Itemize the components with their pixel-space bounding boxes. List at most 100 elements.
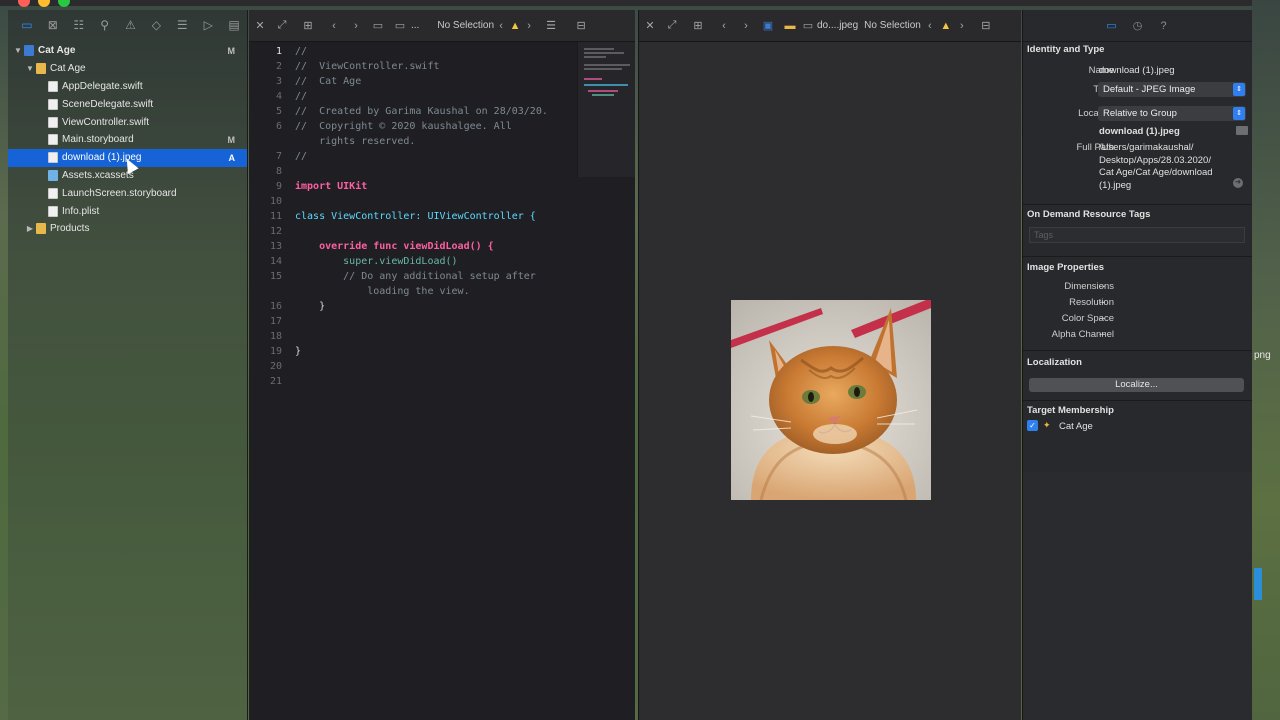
image-editor-jumpbar: ✕ ⤢ ⊞ ‹ › ▣ ▬ ▭ do....jpeg No Selection …: [639, 10, 1021, 42]
history-inspector-icon[interactable]: ◷: [1130, 18, 1146, 34]
find-navigator-icon[interactable]: ⚲: [92, 10, 118, 40]
zoom-window-button[interactable]: [58, 0, 70, 7]
related-items-icon[interactable]: ⊞: [683, 10, 713, 42]
localize-button[interactable]: Localize...: [1029, 378, 1244, 392]
issue-navigator-icon[interactable]: ⚠: [118, 10, 144, 40]
code-line: 21: [269, 376, 282, 387]
code-line: 1//: [275, 46, 308, 57]
file-icon[interactable]: ▭: [367, 10, 389, 42]
code-editor[interactable]: ✕ ⤢ ⊞ ‹ › ▭ ▭ ... No Selection ‹ ▲ › ☰ ⊟…: [249, 10, 635, 720]
image-editor[interactable]: ✕ ⤢ ⊞ ‹ › ▣ ▬ ▭ do....jpeg No Selection …: [638, 10, 1021, 720]
reveal-in-finder-icon[interactable]: ➔: [1233, 178, 1243, 188]
code-line: 7//: [275, 151, 308, 162]
reveal-folder-icon[interactable]: [1236, 126, 1248, 135]
tree-row-file[interactable]: AppDelegate.swift: [8, 78, 247, 96]
minimize-window-button[interactable]: [38, 0, 50, 7]
close-editor-icon[interactable]: ✕: [249, 10, 271, 42]
close-editor-icon[interactable]: ✕: [639, 10, 661, 42]
minimap-line: [584, 64, 630, 66]
code-minimap[interactable]: [577, 42, 635, 177]
help-inspector-icon[interactable]: ?: [1156, 18, 1172, 34]
code-line: 16 }: [269, 301, 326, 312]
next-issue-chevron-icon[interactable]: ›: [953, 10, 971, 42]
next-issue-chevron-icon[interactable]: ›: [522, 10, 536, 42]
image-preview: [731, 300, 931, 500]
app-target-icon: ✦: [1043, 420, 1051, 430]
storyboard-file-icon: [48, 134, 58, 146]
name-field[interactable]: download (1).jpeg: [1099, 65, 1175, 76]
tree-row-label: Products: [50, 223, 90, 235]
tree-row-label: ViewController.swift: [62, 116, 150, 128]
tree-row-file[interactable]: Main.storyboard M: [8, 131, 247, 149]
code-line: 5// Created by Garima Kaushal on 28/03/2…: [275, 106, 548, 117]
source-control-icon[interactable]: ⊠: [40, 10, 66, 40]
folder-icon[interactable]: ▬: [779, 10, 801, 42]
related-items-icon[interactable]: ⊞: [293, 10, 323, 42]
prev-issue-chevron-icon[interactable]: ‹: [494, 10, 508, 42]
breadcrumb-file[interactable]: do....jpeg: [817, 20, 858, 31]
tags-input[interactable]: Tags: [1029, 227, 1245, 243]
code-line: 2// ViewController.swift: [275, 61, 440, 72]
warning-icon[interactable]: ▲: [508, 10, 522, 42]
test-navigator-icon[interactable]: ◇: [143, 10, 169, 40]
file-icon[interactable]: ▭: [389, 10, 411, 42]
full-path-line: Cat Age/Cat Age/download: [1099, 167, 1213, 178]
code-line: 12: [269, 226, 282, 237]
back-chevron-icon[interactable]: ‹: [713, 10, 735, 42]
inspector-empty-area: [1022, 472, 1252, 720]
folder-icon: [36, 63, 46, 75]
close-window-button[interactable]: [18, 0, 30, 7]
warning-icon[interactable]: ▲: [939, 10, 953, 42]
report-navigator-icon[interactable]: ▤: [221, 10, 247, 40]
expand-editor-icon[interactable]: ⤢: [271, 10, 293, 42]
file-inspector: ▭ ◷ ? Identity and Type Name download (1…: [1022, 10, 1253, 472]
code-line: 14 super.viewDidLoad(): [269, 256, 458, 267]
desktop-file-label[interactable]: png: [1254, 350, 1271, 361]
breadcrumb-ellipsis[interactable]: ...: [411, 20, 419, 31]
image-file-icon[interactable]: ▭: [801, 10, 815, 42]
tree-row-file[interactable]: ViewController.swift: [8, 113, 247, 131]
add-editor-icon[interactable]: ⊟: [971, 10, 1001, 42]
type-popup[interactable]: Default - JPEG Image ⇕: [1098, 82, 1246, 97]
swift-file-icon: [48, 80, 58, 92]
disclosure-down-icon[interactable]: ▼: [12, 46, 24, 55]
tree-row-file[interactable]: LaunchScreen.storyboard: [8, 184, 247, 202]
source-code[interactable]: 1// 2// ViewController.swift 3// Cat Age…: [249, 42, 577, 720]
file-tree: ▼ Cat Age M ▼ Cat Age AppDelegate.swift …: [8, 40, 247, 238]
section-on-demand-tags: On Demand Resource Tags: [1027, 209, 1151, 220]
tree-row-project[interactable]: ▼ Cat Age M: [8, 42, 247, 60]
tree-row-file[interactable]: Info.plist: [8, 202, 247, 220]
disclosure-down-icon[interactable]: ▼: [24, 64, 36, 73]
file-inspector-icon[interactable]: ▭: [1104, 18, 1120, 34]
jumpbar-selection[interactable]: No Selection: [864, 20, 921, 31]
desktop-item[interactable]: [1254, 568, 1262, 600]
divider: [1023, 350, 1253, 351]
forward-chevron-icon[interactable]: ›: [345, 10, 367, 42]
divider: [1023, 256, 1253, 257]
editor-options-icon[interactable]: ☰: [536, 10, 566, 42]
location-popup[interactable]: Relative to Group ⇕: [1098, 106, 1246, 121]
full-path-line: /Users/garimakaushal/: [1099, 142, 1194, 153]
prev-issue-chevron-icon[interactable]: ‹: [921, 10, 939, 42]
forward-chevron-icon[interactable]: ›: [735, 10, 757, 42]
tree-row-file[interactable]: SceneDelegate.swift: [8, 95, 247, 113]
tree-row-group[interactable]: ▶ Products: [8, 220, 247, 238]
storyboard-file-icon: [48, 187, 58, 199]
project-navigator-icon[interactable]: ▭: [14, 10, 40, 40]
window-title-strip: [0, 0, 1252, 7]
add-editor-icon[interactable]: ⊟: [566, 10, 596, 42]
minimap-line: [584, 68, 622, 70]
symbol-navigator-icon[interactable]: ☷: [66, 10, 92, 40]
expand-editor-icon[interactable]: ⤢: [661, 10, 683, 42]
jumpbar-selection[interactable]: No Selection: [437, 20, 494, 31]
tree-row-group[interactable]: ▼ Cat Age: [8, 60, 247, 78]
breakpoint-navigator-icon[interactable]: ▷: [195, 10, 221, 40]
color-space-label: Color Space: [1061, 313, 1114, 324]
section-localization: Localization: [1027, 357, 1082, 368]
project-icon[interactable]: ▣: [757, 10, 779, 42]
dimensions-value: --: [1099, 281, 1106, 292]
disclosure-right-icon[interactable]: ▶: [24, 224, 36, 233]
debug-navigator-icon[interactable]: ☰: [169, 10, 195, 40]
target-checkbox[interactable]: ✓: [1027, 420, 1038, 431]
back-chevron-icon[interactable]: ‹: [323, 10, 345, 42]
